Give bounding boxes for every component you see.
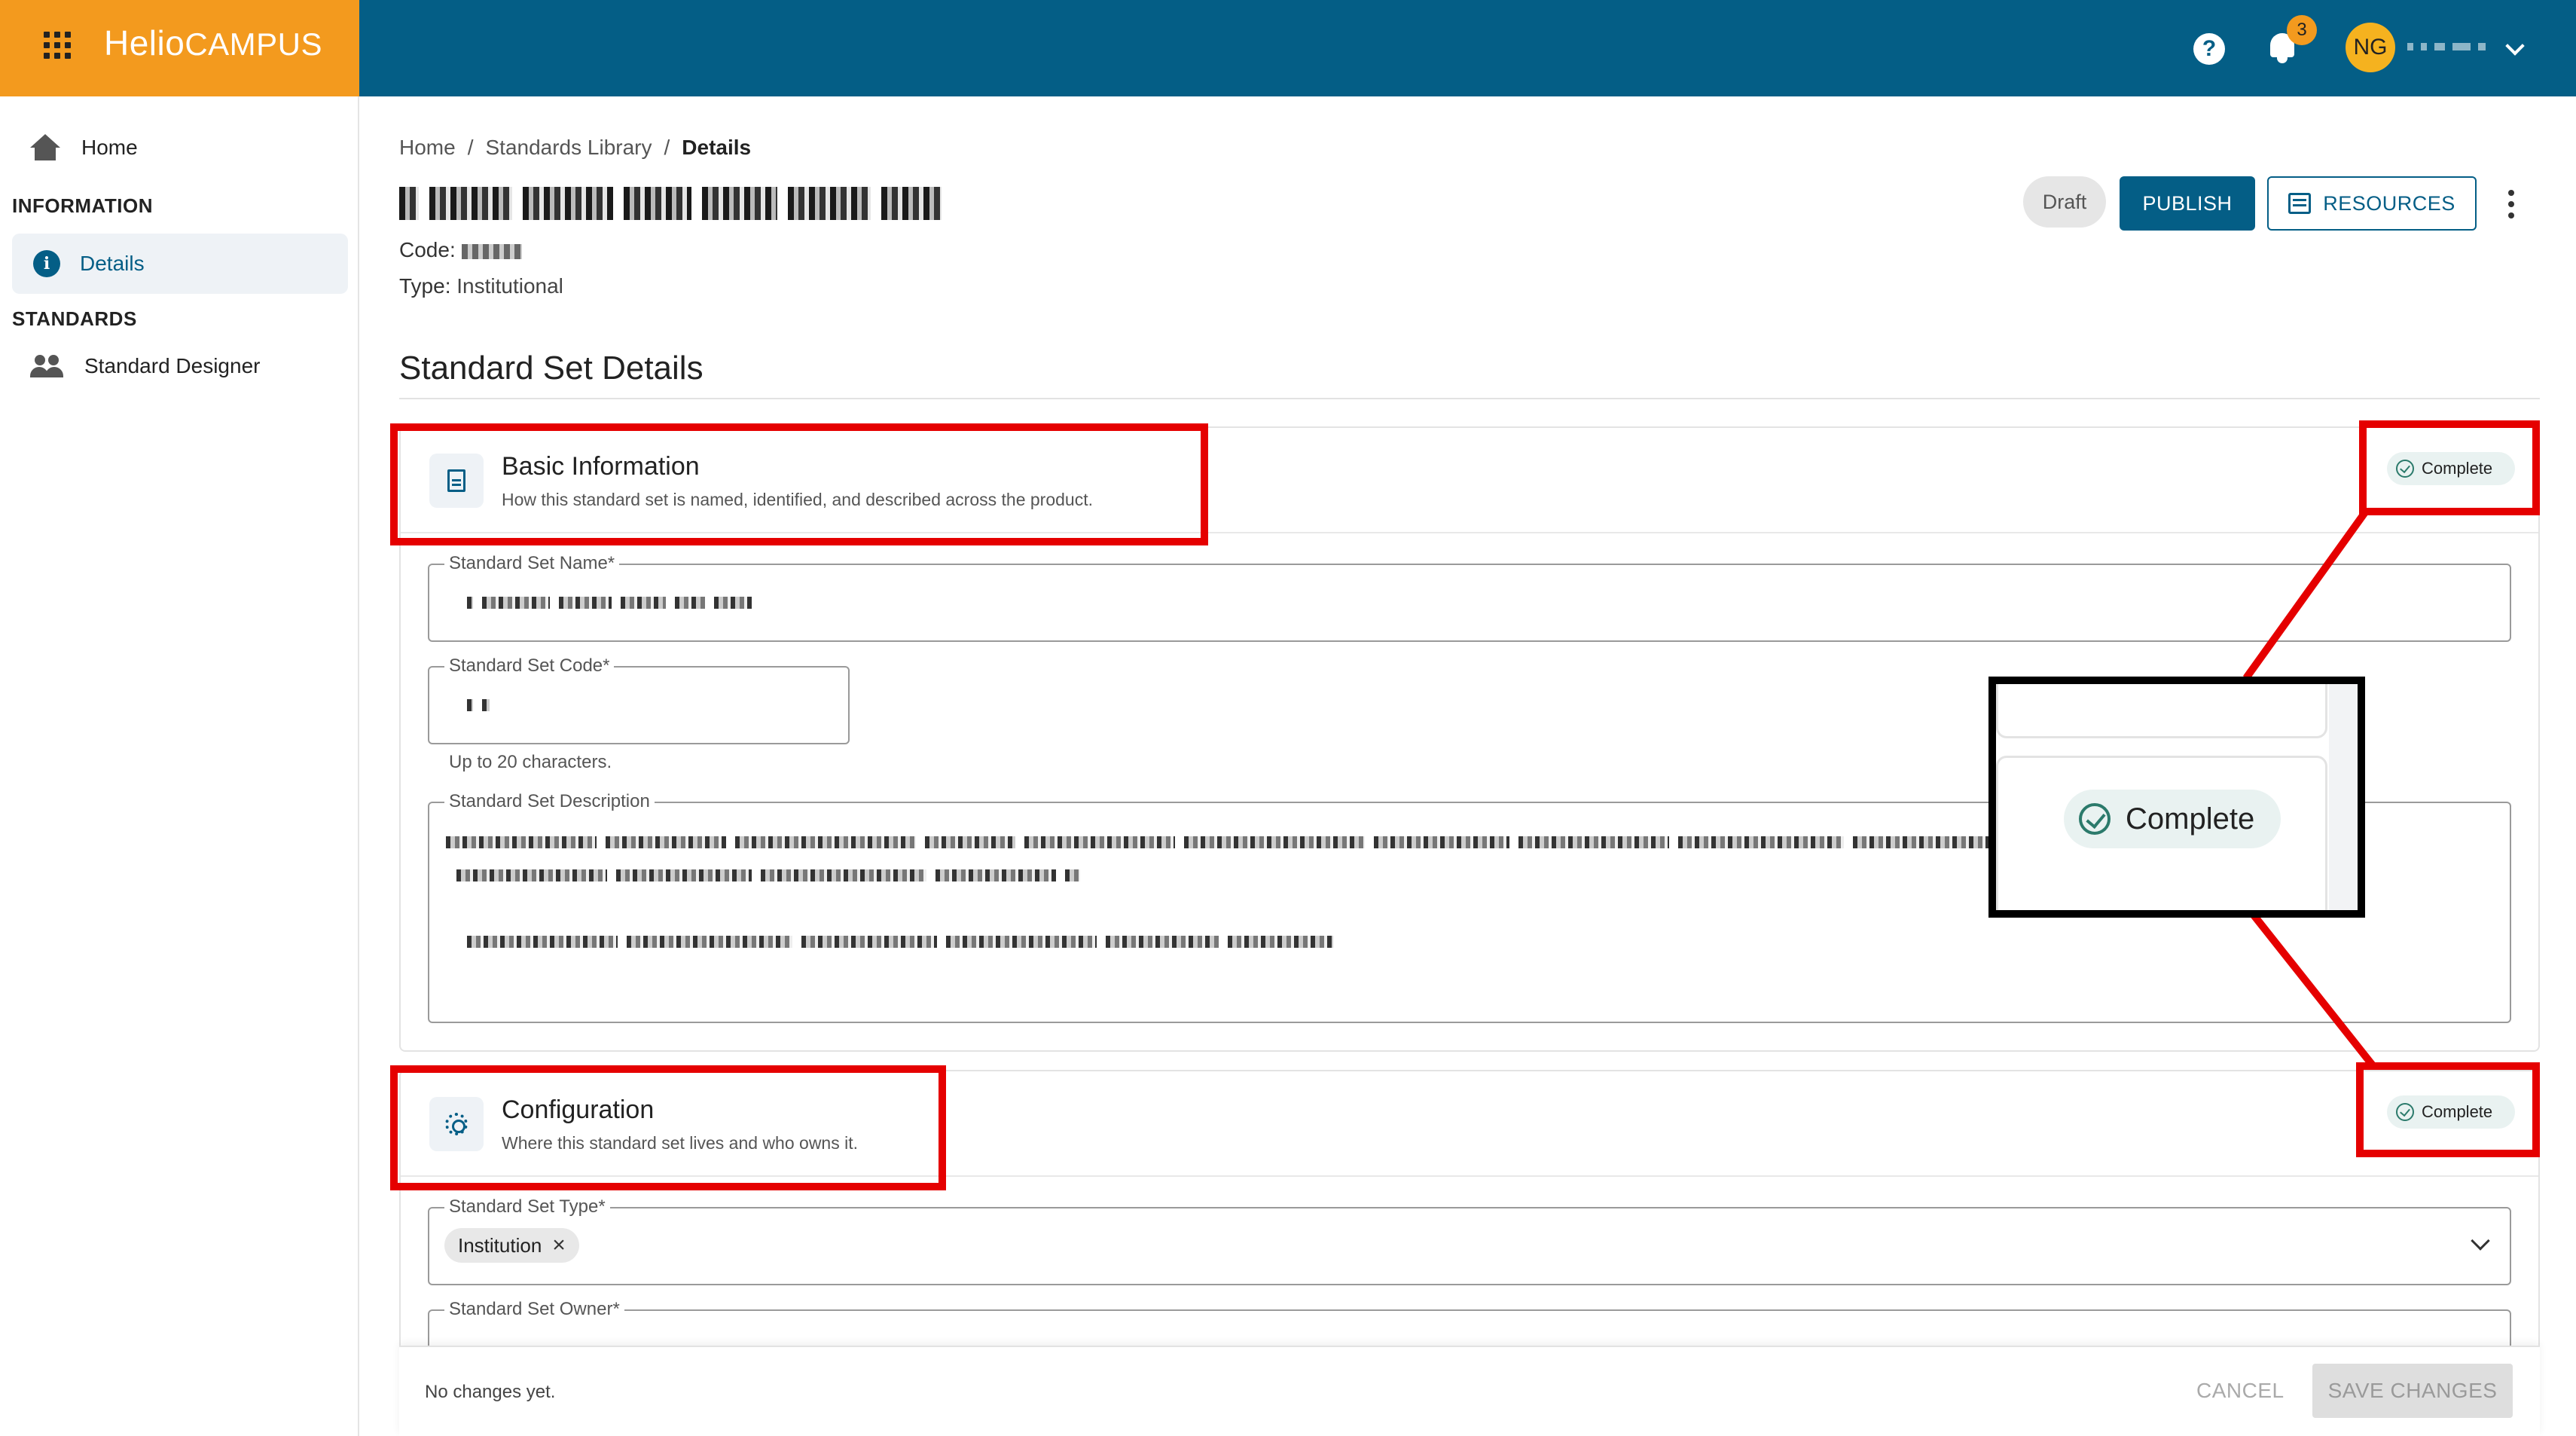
annotation-box-complete-1 (2359, 420, 2540, 515)
user-name-redacted[interactable] (2407, 41, 2490, 53)
chip-label: Institution (458, 1233, 542, 1257)
field-value-redacted (467, 597, 752, 609)
sidebar-item-home[interactable]: Home (30, 134, 138, 161)
field-label: Standard Set Type* (444, 1196, 610, 1218)
sidebar-section-information: INFORMATION (12, 194, 153, 217)
sidebar-item-label: Home (81, 136, 138, 159)
app-root: HelioCAMPUS ? 3 NG Home INFORMATION i De… (0, 0, 2576, 1436)
field-label: Standard Set Name* (444, 553, 620, 574)
people-icon (30, 355, 63, 377)
sidebar-item-label: Standard Designer (84, 354, 261, 377)
breadcrumb: Home / Standards Library / Details (399, 136, 751, 160)
more-options-icon[interactable] (2508, 190, 2516, 218)
annotation-box-complete-2 (2356, 1062, 2540, 1157)
home-icon (30, 134, 60, 161)
sidebar-item-standard-designer[interactable]: Standard Designer (30, 354, 260, 378)
field-label: Standard Set Description (444, 791, 655, 812)
field-label: Standard Set Owner* (444, 1299, 624, 1320)
publish-button[interactable]: PUBLISH (2120, 176, 2255, 231)
resources-label: RESOURCES (2323, 191, 2455, 215)
close-icon[interactable]: × (552, 1234, 566, 1257)
zoomed-complete-badge: Complete (2064, 790, 2281, 848)
status-badge: Draft (2023, 176, 2106, 228)
save-changes-button[interactable]: SAVE CHANGES (2312, 1364, 2513, 1418)
description-line-2-redacted (456, 869, 1080, 881)
notification-badge: 3 (2287, 15, 2317, 45)
description-line-1-redacted (446, 836, 2127, 848)
type-row: Type: Institutional (399, 274, 563, 298)
sidebar-item-label: Details (80, 252, 145, 275)
save-bar: No changes yet. CANCEL SAVE CHANGES (399, 1346, 2540, 1436)
standard-set-type-select[interactable]: Standard Set Type* Institution × (428, 1196, 2511, 1285)
section-title: Standard Set Details (399, 350, 704, 386)
description-line-3-redacted (467, 936, 1333, 948)
check-circle-icon (2079, 803, 2111, 835)
selected-chip: Institution × (444, 1228, 579, 1263)
standard-set-code-field[interactable]: Standard Set Code* (428, 655, 850, 744)
field-label: Standard Set Code* (444, 655, 615, 677)
logo-text-a: Helio (104, 23, 185, 63)
sidebar: Home INFORMATION i Details STANDARDS Sta… (0, 96, 359, 1436)
save-status-text: No changes yet. (425, 1382, 556, 1402)
avatar[interactable]: NG (2346, 23, 2395, 72)
type-value: Institutional (456, 274, 563, 298)
code-helper-text: Up to 20 characters. (449, 752, 612, 772)
help-icon[interactable]: ? (2193, 33, 2225, 65)
type-label: Type: (399, 274, 451, 298)
info-icon: i (33, 250, 60, 277)
divider (399, 398, 2540, 399)
code-value-redacted (461, 243, 522, 259)
app-grid-icon[interactable] (44, 32, 71, 59)
breadcrumb-separator: / (467, 136, 474, 159)
sidebar-item-details[interactable]: i Details (12, 234, 348, 294)
complete-label: Complete (2126, 802, 2255, 836)
logo-text-b: CAMPUS (185, 26, 323, 62)
page-title-redacted (399, 184, 942, 223)
field-value-redacted (467, 699, 490, 711)
brand-area: HelioCAMPUS (0, 0, 359, 96)
breadcrumb-separator: / (664, 136, 670, 159)
resources-icon (2288, 193, 2312, 214)
breadcrumb-home[interactable]: Home (399, 136, 456, 160)
sidebar-section-standards: STANDARDS (12, 307, 137, 330)
top-bar (359, 0, 2576, 96)
breadcrumb-current: Details (682, 136, 752, 159)
cancel-button[interactable]: CANCEL (2196, 1379, 2285, 1403)
zoom-callout: Complete (1988, 677, 2365, 918)
annotation-box-configuration (390, 1065, 946, 1190)
annotation-box-basic-info (390, 423, 1208, 545)
breadcrumb-library[interactable]: Standards Library (485, 136, 652, 160)
code-row: Code: (399, 238, 522, 262)
code-label: Code: (399, 238, 456, 261)
chevron-down-icon[interactable] (2471, 1231, 2490, 1251)
resources-button[interactable]: RESOURCES (2267, 176, 2477, 231)
standard-set-name-field[interactable]: Standard Set Name* (428, 553, 2511, 642)
logo[interactable]: HelioCAMPUS (104, 23, 322, 63)
